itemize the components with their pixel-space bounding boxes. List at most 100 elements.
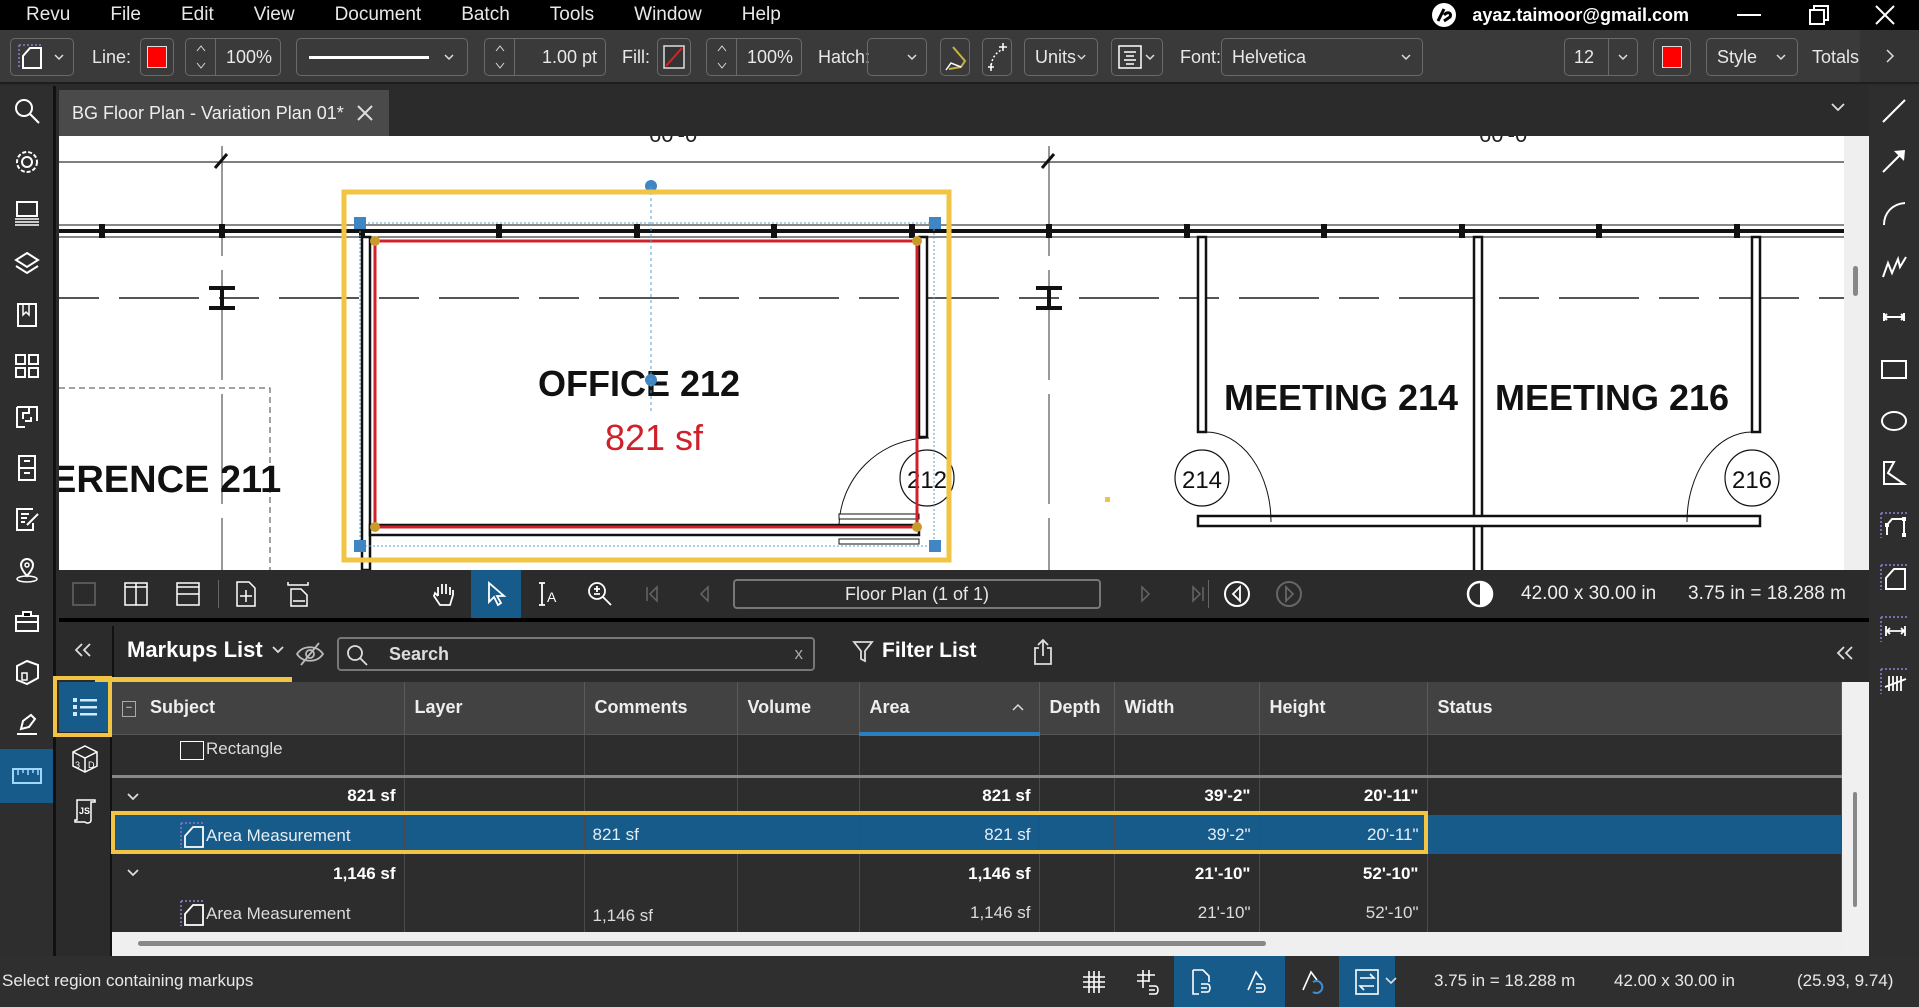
- menu-revu[interactable]: Revu: [0, 0, 84, 30]
- split-vertical-button[interactable]: [111, 570, 161, 618]
- arrow-tool[interactable]: [1869, 136, 1919, 186]
- menu-file[interactable]: File: [84, 0, 155, 30]
- totals-label[interactable]: Totals: [1812, 38, 1859, 76]
- search-panel-button[interactable]: [0, 86, 53, 136]
- calibrate-button[interactable]: [982, 38, 1012, 76]
- line-width-spinner[interactable]: 1.00 pt: [484, 38, 606, 76]
- pan-tool-button[interactable]: [419, 570, 469, 618]
- table-row[interactable]: Area Measurement 1,146 sf 1,146 sf 21'-10"…: [112, 893, 1842, 932]
- 3d-view-button[interactable]: 3D: [59, 734, 110, 784]
- contrast-toggle[interactable]: [1455, 570, 1505, 618]
- table-horizontal-scrollbar[interactable]: [112, 932, 1842, 956]
- collapse-all-icon[interactable]: −: [122, 700, 136, 717]
- places-panel-button[interactable]: [0, 545, 53, 595]
- chevron-down-icon[interactable]: [126, 868, 140, 878]
- select-text-button[interactable]: A: [523, 570, 573, 618]
- minimize-button[interactable]: [1724, 0, 1774, 30]
- line-style-dropdown[interactable]: [296, 38, 468, 76]
- filter-list-button[interactable]: Filter List: [852, 639, 977, 663]
- units-dropdown[interactable]: Units: [1024, 38, 1098, 76]
- font-family-dropdown[interactable]: Helvetica: [1221, 38, 1423, 76]
- first-page-button[interactable]: [627, 570, 677, 618]
- style-dropdown[interactable]: Style: [1706, 38, 1798, 76]
- bookmarks-panel-button[interactable]: [0, 290, 53, 340]
- reuse-markup-toggle[interactable]: [1284, 956, 1340, 1007]
- line-opacity-spinner[interactable]: 100%: [185, 38, 281, 76]
- thumbnails-panel-button[interactable]: [0, 188, 53, 238]
- snap-to-markup-toggle[interactable]: [1229, 956, 1285, 1007]
- text-color-button[interactable]: [1653, 38, 1691, 76]
- fill-color-button[interactable]: [657, 38, 691, 76]
- menu-tools[interactable]: Tools: [524, 0, 608, 30]
- canvas-vertical-scrollbar[interactable]: [1844, 136, 1869, 570]
- previous-view-button[interactable]: [1212, 570, 1262, 618]
- column-header-layer[interactable]: Layer: [404, 682, 585, 735]
- column-header-depth[interactable]: Depth: [1039, 682, 1115, 735]
- snap-to-grid-toggle[interactable]: [1120, 956, 1176, 1007]
- polyline-tool[interactable]: [1869, 240, 1919, 290]
- tool-chest-panel-button[interactable]: [0, 341, 53, 391]
- fit-width-button[interactable]: [273, 570, 323, 618]
- collapse-right-button[interactable]: [1833, 641, 1857, 665]
- next-view-button[interactable]: [1264, 570, 1314, 618]
- group-row[interactable]: 1,146 sf 1,146 sf 21'-10" 52'-10": [112, 854, 1842, 893]
- polygon-tool[interactable]: [1869, 448, 1919, 498]
- measure-tool-button[interactable]: [940, 38, 970, 76]
- table-vertical-scrollbar[interactable]: [1842, 682, 1869, 956]
- toolbar-overflow-button[interactable]: [1860, 30, 1919, 82]
- text-align-dropdown[interactable]: [1111, 38, 1163, 76]
- arc-tool[interactable]: [1869, 188, 1919, 238]
- close-tab-button[interactable]: [355, 103, 375, 123]
- menu-window[interactable]: Window: [608, 0, 716, 30]
- 3d-panel-button[interactable]: [0, 647, 53, 697]
- hatch-dropdown[interactable]: [867, 38, 927, 76]
- next-page-button[interactable]: [1121, 570, 1171, 618]
- count-tool[interactable]: [1869, 656, 1919, 706]
- menu-edit[interactable]: Edit: [155, 0, 228, 30]
- layers-panel-button[interactable]: [0, 239, 53, 289]
- restore-button[interactable]: [1794, 0, 1844, 30]
- column-header-area[interactable]: Area: [859, 682, 1040, 736]
- column-header-comments[interactable]: Comments: [584, 682, 738, 735]
- tab-list-dropdown[interactable]: [1829, 100, 1847, 114]
- forms-panel-button[interactable]: [0, 494, 53, 544]
- properties-panel-button[interactable]: [0, 137, 53, 187]
- export-button[interactable]: [1031, 638, 1055, 666]
- fill-opacity-spinner[interactable]: 100%: [706, 38, 802, 76]
- column-header-subject[interactable]: − Subject: [112, 682, 405, 735]
- select-tool-button[interactable]: [471, 570, 521, 618]
- rectangle-tool[interactable]: [1869, 344, 1919, 394]
- status-options-dropdown[interactable]: [1384, 976, 1398, 986]
- line-color-button[interactable]: [140, 38, 174, 76]
- signatures-panel-button[interactable]: [0, 698, 53, 748]
- scrollbar-thumb[interactable]: [1853, 266, 1858, 296]
- file-access-panel-button[interactable]: [0, 443, 53, 493]
- markups-list-title-dropdown[interactable]: Markups List: [127, 637, 285, 663]
- menu-view[interactable]: View: [228, 0, 309, 30]
- hide-markups-toggle[interactable]: [295, 640, 325, 668]
- split-horizontal-button[interactable]: [163, 570, 213, 618]
- polylength-tool[interactable]: [1869, 500, 1919, 550]
- toolbox-panel-button[interactable]: [0, 596, 53, 646]
- menu-help[interactable]: Help: [716, 0, 795, 30]
- fit-page-button[interactable]: [221, 570, 271, 618]
- script-button[interactable]: JS: [59, 786, 110, 836]
- document-tab[interactable]: BG Floor Plan - Variation Plan 01*: [59, 90, 389, 136]
- spin-buttons[interactable]: [485, 39, 515, 75]
- area-tool[interactable]: [1869, 552, 1919, 602]
- collapse-panel-button[interactable]: [71, 638, 95, 662]
- chevron-down-icon[interactable]: [126, 792, 140, 802]
- column-header-volume[interactable]: Volume: [737, 682, 860, 735]
- dimension-tool[interactable]: [1869, 292, 1919, 342]
- previous-page-button[interactable]: [679, 570, 729, 618]
- account[interactable]: ayaz.taimoor@gmail.com: [1430, 0, 1689, 30]
- scrollbar-thumb[interactable]: [1853, 792, 1857, 907]
- menu-batch[interactable]: Batch: [435, 0, 524, 30]
- menu-document[interactable]: Document: [309, 0, 436, 30]
- measurements-panel-button[interactable]: [0, 749, 53, 803]
- spin-buttons[interactable]: [186, 39, 216, 75]
- column-header-height[interactable]: Height: [1259, 682, 1428, 735]
- tool-preset-dropdown[interactable]: [10, 38, 74, 76]
- spaces-panel-button[interactable]: [0, 392, 53, 442]
- single-page-view-button[interactable]: [59, 570, 109, 618]
